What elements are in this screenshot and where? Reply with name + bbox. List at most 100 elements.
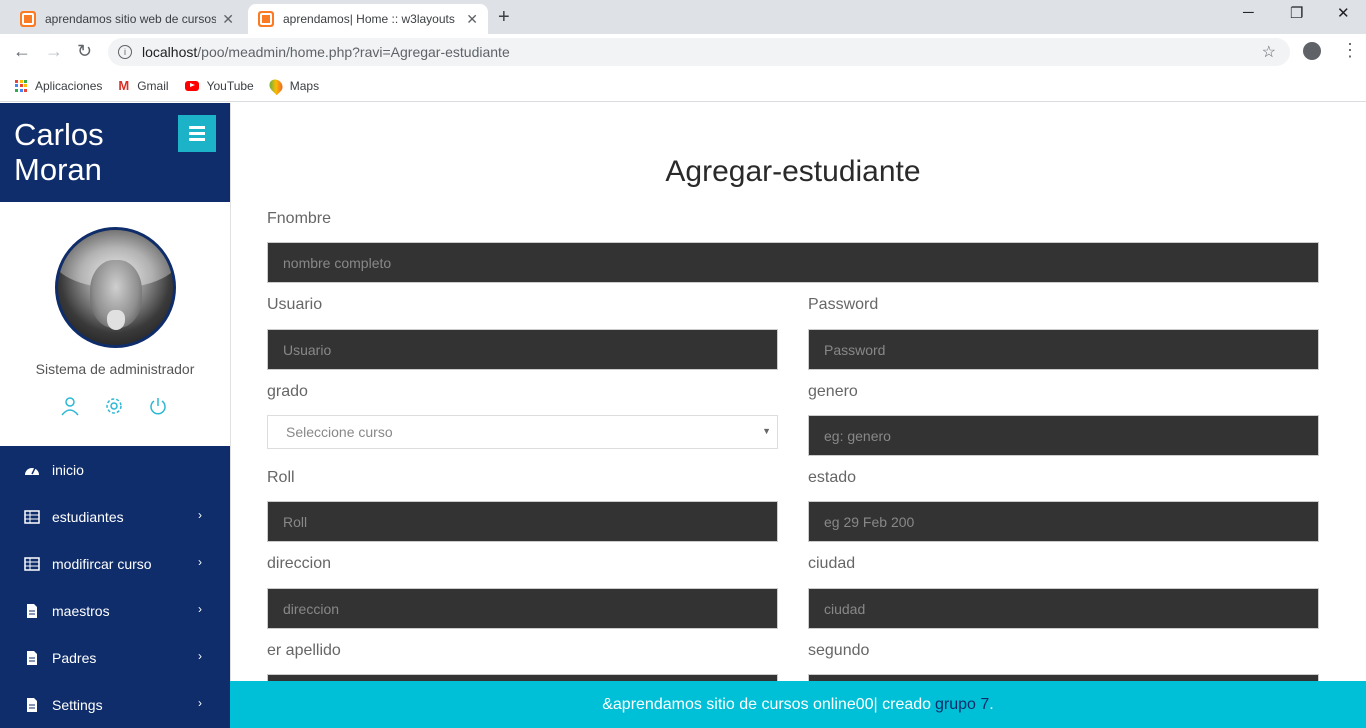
file-icon <box>27 697 37 712</box>
chevron-right-icon: › <box>198 696 202 710</box>
sidebar-item-maestros[interactable]: maestros › <box>0 587 230 634</box>
sidebar-item-label: modifircar curso <box>52 555 152 572</box>
main-content: Agregar-estudiante Fnombre nombre comple… <box>230 103 1366 681</box>
sidebar-item-padres[interactable]: Padres › <box>0 634 230 681</box>
usuario-input[interactable]: Usuario <box>267 329 778 370</box>
close-icon[interactable]: ✕ <box>222 11 234 28</box>
url-host: localhost <box>142 44 198 60</box>
table-icon <box>24 509 40 524</box>
genero-input[interactable]: eg: genero <box>808 415 1319 456</box>
bookmark-label: YouTube <box>206 78 254 93</box>
brand-header: Carlos Moran <box>0 103 230 202</box>
sidebar-item-label: estudiantes <box>52 508 124 525</box>
browser-tab-active[interactable]: aprendamos| Home :: w3layouts ✕ <box>248 4 488 34</box>
youtube-icon <box>184 80 199 91</box>
power-icon[interactable] <box>148 396 168 416</box>
sidebar-item-inicio[interactable]: inicio <box>0 446 230 493</box>
bookmark-youtube[interactable]: YouTube <box>184 78 254 93</box>
avatar <box>55 227 176 348</box>
fnombre-input[interactable]: nombre completo <box>267 242 1319 283</box>
info-icon[interactable]: i <box>118 45 132 59</box>
browser-toolbar: ← → ↻ i localhost/poo/meadmin/home.php?r… <box>0 34 1366 70</box>
settings-gear-icon[interactable] <box>104 396 124 416</box>
dashboard-icon <box>25 467 39 475</box>
footer: &aprendamos sitio de cursos online00| cr… <box>230 681 1366 728</box>
role-label: Sistema de administrador <box>35 361 195 377</box>
estado-label: estado <box>808 469 857 486</box>
ciudad-input[interactable]: ciudad <box>808 588 1319 629</box>
browser-tab-bar: aprendamos sitio web de cursos ✕ aprenda… <box>0 0 1366 34</box>
maps-icon <box>266 76 285 95</box>
gmail-icon: M <box>118 78 130 93</box>
more-menu-icon[interactable]: ⋮ <box>1341 40 1359 61</box>
apellido-label: er apellido <box>267 642 341 659</box>
bookmark-star-icon[interactable]: ☆ <box>1262 42 1276 62</box>
restore-icon[interactable]: ❐ <box>1290 4 1303 22</box>
footer-link[interactable]: grupo 7 <box>935 696 989 714</box>
minimize-icon[interactable]: ─ <box>1243 4 1254 21</box>
url-path: /poo/meadmin/home.php?ravi=Agregar-estud… <box>197 44 510 60</box>
tab-title: aprendamos sitio web de cursos <box>45 12 217 26</box>
new-tab-icon[interactable]: + <box>498 6 510 29</box>
bookmark-aplicaciones[interactable]: Aplicaciones <box>15 79 102 93</box>
brand-name[interactable]: Carlos Moran <box>14 117 164 187</box>
sidebar-item-label: inicio <box>52 461 84 478</box>
sidebar-item-label: Padres <box>52 649 97 666</box>
roll-label: Roll <box>267 469 295 486</box>
usuario-label: Usuario <box>267 296 323 313</box>
roll-input[interactable]: Roll <box>267 501 778 542</box>
segundo-input[interactable] <box>808 674 1319 681</box>
table-icon <box>24 556 40 571</box>
bookmark-maps[interactable]: Maps <box>266 76 320 95</box>
footer-text: &aprendamos sitio de cursos online00| cr… <box>602 695 932 713</box>
chevron-right-icon: › <box>198 649 202 663</box>
sidebar-item-label: maestros <box>52 602 110 619</box>
dropdown-arrow-icon: ▼ <box>762 426 771 436</box>
page-title: Agregar-estudiante <box>665 155 921 188</box>
forward-arrow-icon[interactable]: → <box>45 41 63 62</box>
address-bar[interactable]: i localhost/poo/meadmin/home.php?ravi=Ag… <box>108 38 1290 66</box>
chevron-right-icon: › <box>198 508 202 522</box>
ciudad-label: ciudad <box>808 555 856 572</box>
xampp-favicon-icon <box>258 11 274 27</box>
direccion-input[interactable]: direccion <box>267 588 778 629</box>
sidebar: Carlos Moran Sistema de administrador in… <box>0 103 230 728</box>
grado-selected-value: Seleccione curso <box>286 424 393 440</box>
sidebar-item-estudiantes[interactable]: estudiantes › <box>0 493 230 540</box>
back-arrow-icon[interactable]: ← <box>13 41 31 62</box>
bookmark-gmail[interactable]: M Gmail <box>118 78 168 93</box>
chevron-right-icon: › <box>198 555 202 569</box>
fnombre-label: Fnombre <box>267 210 332 227</box>
file-icon <box>27 603 37 618</box>
bookmark-label: Aplicaciones <box>35 78 103 93</box>
footer-suffix: . <box>989 695 994 713</box>
estado-input[interactable]: eg 29 Feb 200 <box>808 501 1319 542</box>
sidebar-item-modificar-curso[interactable]: modifircar curso › <box>0 540 230 587</box>
tab-title: aprendamos| Home :: w3layouts <box>283 12 455 26</box>
bookmarks-bar: Aplicaciones M Gmail YouTube Maps <box>0 70 1366 102</box>
sidebar-item-label: Settings <box>52 696 103 713</box>
window-close-icon[interactable]: ✕ <box>1337 4 1350 22</box>
apps-grid-icon <box>15 79 27 92</box>
profile-actions <box>60 396 168 416</box>
hamburger-menu-icon[interactable] <box>178 115 216 152</box>
grado-label: grado <box>267 383 308 400</box>
genero-label: genero <box>808 383 858 400</box>
reload-icon[interactable]: ↻ <box>77 41 92 62</box>
grado-select[interactable]: Seleccione curso ▼ <box>267 415 778 449</box>
sidebar-item-settings[interactable]: Settings › <box>0 681 230 728</box>
password-label: Password <box>808 296 879 313</box>
bookmark-label: Gmail <box>137 78 169 93</box>
bookmark-label: Maps <box>289 78 320 93</box>
xampp-favicon-icon <box>20 11 36 27</box>
password-input[interactable]: Password <box>808 329 1319 370</box>
account-icon[interactable] <box>1303 42 1321 60</box>
browser-tab[interactable]: aprendamos sitio web de cursos ✕ <box>10 4 244 34</box>
user-icon[interactable] <box>60 396 80 416</box>
close-icon[interactable]: ✕ <box>466 11 478 28</box>
direccion-label: direccion <box>267 555 332 572</box>
segundo-label: segundo <box>808 642 870 659</box>
chevron-right-icon: › <box>198 602 202 616</box>
apellido-input[interactable] <box>267 674 778 681</box>
file-icon <box>27 650 37 665</box>
